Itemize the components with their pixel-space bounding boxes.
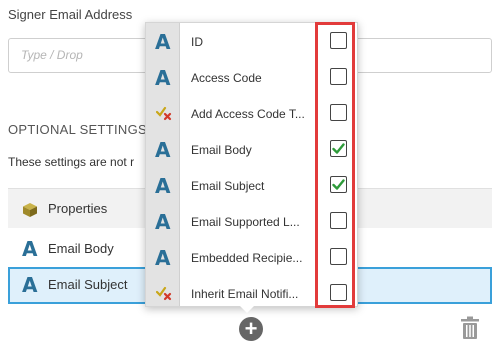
list-item-label: Email Body (48, 241, 114, 256)
dropdown-item[interactable]: A Email Subject (146, 168, 357, 204)
dropdown-pointer (240, 306, 254, 313)
optional-settings-note: These settings are not r (8, 155, 135, 169)
dropdown-item[interactable]: A ID (146, 24, 357, 60)
boolean-check-x-icon (155, 285, 172, 306)
dropdown-item-label: Embedded Recipie... (191, 251, 303, 265)
dropdown-item-label: ID (191, 35, 203, 49)
dropdown-item-checkbox[interactable] (330, 68, 347, 85)
dropdown-item[interactable]: A Email Supported L... (146, 204, 357, 240)
field-dropdown: A ID A Access Code Add Access Code T... A Emai… (145, 22, 358, 307)
text-a-icon: A (155, 138, 171, 162)
trash-icon[interactable] (460, 316, 480, 345)
dropdown-item-checkbox[interactable] (330, 248, 347, 265)
plus-icon: + (244, 316, 258, 341)
dropdown-item[interactable]: Add Access Code T... (146, 96, 357, 132)
dropdown-item-checkbox[interactable] (330, 176, 347, 193)
text-a-icon: A (155, 66, 171, 90)
optional-settings-title: OPTIONAL SETTINGS (8, 122, 147, 137)
dropdown-item-label: Add Access Code T... (191, 107, 305, 121)
dropdown-item-checkbox[interactable] (330, 284, 347, 301)
properties-label: Properties (48, 201, 108, 216)
text-a-icon: A (155, 30, 171, 54)
text-a-icon: A (22, 273, 38, 297)
dropdown-item[interactable]: A Embedded Recipie... (146, 240, 357, 276)
dropdown-item[interactable]: A Email Body (146, 132, 357, 168)
boolean-check-x-icon (155, 105, 172, 126)
add-button[interactable]: + (239, 317, 263, 341)
text-a-icon: A (155, 246, 171, 270)
dropdown-item-checkbox[interactable] (330, 32, 347, 49)
signer-email-label: Signer Email Address (8, 7, 133, 22)
checkmark-icon (332, 179, 345, 190)
checkmark-icon (332, 143, 345, 154)
dropdown-item-checkbox[interactable] (330, 140, 347, 157)
list-item-label: Email Subject (48, 277, 128, 292)
dropdown-item-checkbox[interactable] (330, 212, 347, 229)
text-a-icon: A (155, 174, 171, 198)
dropdown-item-label: Email Body (191, 143, 252, 157)
dropdown-item-checkbox[interactable] (330, 104, 347, 121)
dropdown-item-label: Access Code (191, 71, 262, 85)
dropdown-item-label: Inherit Email Notifi... (191, 287, 299, 301)
dropdown-item-label: Email Supported L... (191, 215, 300, 229)
dropdown-item[interactable]: A Access Code (146, 60, 357, 96)
text-a-icon: A (22, 237, 38, 261)
text-a-icon: A (155, 210, 171, 234)
cube-icon (22, 202, 38, 223)
dropdown-item-label: Email Subject (191, 179, 265, 193)
